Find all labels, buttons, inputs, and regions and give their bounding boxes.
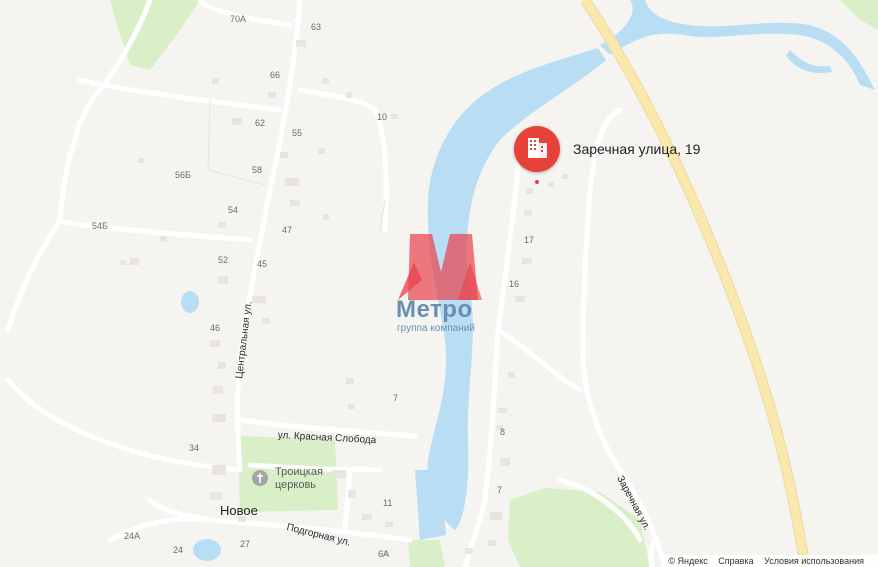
house-number: 17 (524, 235, 535, 245)
house-number: 54 (228, 205, 239, 215)
house-number: 16 (509, 279, 520, 289)
map-canvas[interactable]: 70А 63 66 62 55 58 56Б 54 54Б 47 52 45 4… (0, 0, 878, 567)
place-label-novoe: Новое (220, 503, 258, 518)
house-number: 34 (189, 443, 200, 453)
house-number: 58 (252, 165, 263, 175)
house-number: 45 (257, 259, 268, 269)
pin-point (535, 180, 539, 184)
house-number: 24 (173, 545, 184, 555)
selected-address-label: Заречная улица, 19 (573, 141, 701, 157)
house-number: 47 (282, 225, 293, 235)
watermark-logo: Метро группа компаний (396, 232, 486, 337)
house-number: 70А (230, 14, 247, 24)
house-number: 54Б (92, 221, 108, 231)
house-number: 63 (311, 22, 322, 32)
map-copyright-bar: © Яндекс Справка Условия использования (662, 555, 878, 567)
terms-link[interactable]: Условия использования (764, 556, 864, 566)
house-number: 46 (210, 323, 221, 333)
house-number: 10 (377, 112, 388, 122)
church-icon (252, 470, 268, 486)
house-number: 8 (500, 427, 506, 437)
building-icon (528, 138, 547, 158)
house-number: 6А (378, 549, 390, 559)
selected-address-marker[interactable]: Заречная улица, 19 (514, 126, 714, 188)
house-number: 62 (255, 118, 266, 128)
house-number: 66 (270, 70, 281, 80)
pin-bubble (514, 126, 560, 172)
help-link[interactable]: Справка (718, 556, 753, 566)
poi-church-label-line1: Троицкая (275, 466, 323, 478)
house-number: 11 (383, 498, 393, 508)
house-number: 7 (497, 485, 503, 495)
house-number: 52 (218, 255, 229, 265)
poi-church-label-line2: церковь (275, 479, 317, 491)
house-number: 7 (393, 393, 399, 403)
house-number: 55 (292, 128, 303, 138)
house-number: 24А (124, 531, 141, 541)
copyright-text: © Яндекс (668, 556, 708, 566)
watermark-title: Метро (396, 296, 473, 323)
house-number: 27 (240, 539, 251, 549)
watermark-subtitle: группа компаний (397, 323, 475, 334)
house-number: 56Б (175, 170, 191, 180)
